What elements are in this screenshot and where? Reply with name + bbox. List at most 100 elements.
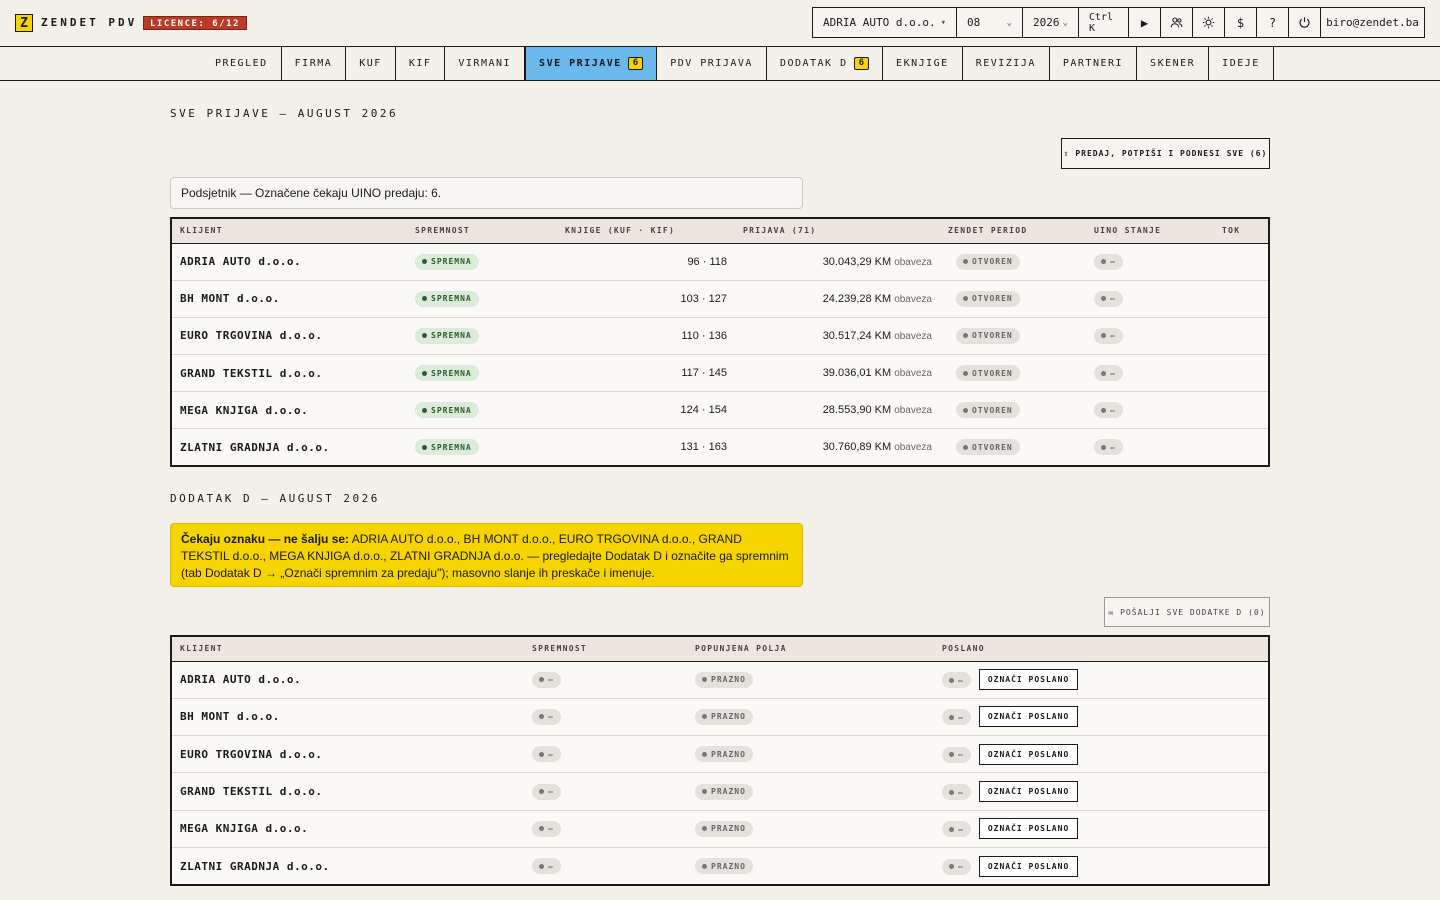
sent-badge-label: — [958,787,964,797]
fields-cell: PRAZNO [687,698,934,737]
ready-badge-label: — [548,712,554,722]
uino-badge: — [1094,327,1123,344]
sun-icon [1202,16,1215,29]
status-dot [949,677,954,683]
ready-badge-label: SPREMNA [431,368,472,378]
tab-label: FIRMA [294,58,333,69]
tab-kif[interactable]: KIF [396,47,446,80]
top-bar: Z ZENDET PDV LICENCE: 6/12 ADRIA AUTO d.… [0,0,1440,46]
tab-skener[interactable]: SKENER [1137,47,1210,80]
tab-count-badge: 6 [627,57,644,70]
fields-badge-label: PRAZNO [711,824,746,834]
period-cell: OTVOREN [940,354,1086,393]
mark-sent-button[interactable]: OZNAČI POSLANO [978,855,1079,877]
readiness-cell: — [524,661,687,699]
amount-cell: 30.760,89 KM obaveza [735,429,940,466]
ready-badge: SPREMNA [415,402,479,419]
tab-label: PARTNERI [1062,58,1124,69]
table-row[interactable]: ZLATNI GRADNJA d.o.o. SPREMNA 131 · 163 30.… [171,429,1269,466]
status-dot [1101,333,1106,339]
tab-virmani[interactable]: VIRMANI [445,47,526,80]
table-row: BH MONT d.o.o. — PRAZNO — OZNAČI POSLANO [171,698,1269,737]
client-select[interactable]: ADRIA AUTO d.o.o. ▾ [813,8,957,37]
client-cell: ZLATNI GRADNJA d.o.o. [171,429,407,466]
month-select[interactable]: 08 ⌄ [957,8,1023,37]
amount-value: 30.760,89 KM [822,441,892,454]
tab-ideje[interactable]: IDEJE [1209,47,1274,80]
tab-eknjige[interactable]: EKNJIGE [883,47,963,80]
user-account[interactable]: biro@zendet.ba [1321,8,1424,37]
status-dot [422,296,427,302]
tab-pdv-prijava[interactable]: PDV PRIJAVA [657,47,767,80]
users-button[interactable] [1161,8,1193,37]
books-cell: 103 · 127 [557,280,735,318]
tab-partneri[interactable]: PARTNERI [1050,47,1138,80]
ready-badge: — [532,671,561,688]
readiness-cell: SPREMNA [407,354,557,393]
period-badge-label: OTVOREN [972,294,1013,304]
table-row: GRAND TEKSTIL d.o.o. — PRAZNO — OZNAČI POSLA… [171,772,1269,811]
command-palette-button[interactable]: Ctrl K [1079,8,1129,37]
logout-button[interactable] [1289,8,1321,37]
client-name: MEGA KNJIGA d.o.o. [180,822,309,836]
flow-cell [1214,354,1269,393]
mark-sent-button[interactable]: OZNAČI POSLANO [978,743,1079,765]
tab-revizija[interactable]: REVIZIJA [963,47,1050,80]
readiness-cell: SPREMNA [407,391,557,430]
submit-all-button[interactable]: ⇧ PREDAJ, POTPIŠI I PODNESI SVE (6) [1061,138,1270,169]
fields-badge-label: PRAZNO [711,787,746,797]
play-button[interactable]: ▶ [1129,8,1161,37]
client-cell: MEGA KNJIGA d.o.o. [171,391,407,430]
table-row[interactable]: ADRIA AUTO d.o.o. SPREMNA 96 · 118 30.043,2… [171,243,1269,281]
billing-button[interactable]: $ [1225,8,1257,37]
mark-sent-button[interactable]: OZNAČI POSLANO [978,781,1079,803]
tab-dodatak-d[interactable]: DODATAK D 6 [767,47,884,80]
uino-badge-label: — [1110,331,1116,341]
table-row[interactable]: MEGA KNJIGA d.o.o. SPREMNA 124 · 154 28.553… [171,391,1269,430]
readiness-cell: — [524,698,687,737]
fields-badge: PRAZNO [695,708,753,725]
client-cell: GRAND TEKSTIL d.o.o. [171,354,407,393]
user-email: biro@zendet.ba [1326,16,1419,29]
table-row[interactable]: BH MONT d.o.o. SPREMNA 103 · 127 24.239,28 … [171,280,1269,318]
tab-firma[interactable]: FIRMA [282,47,347,80]
mark-sent-button[interactable]: OZNAČI POSLANO [978,818,1079,840]
prijave-section-title: SVE PRIJAVE — AUGUST 2026 [170,107,399,120]
status-dot [422,407,427,413]
theme-button[interactable] [1193,8,1225,37]
ready-badge: — [532,820,561,837]
period-badge-label: OTVOREN [972,257,1013,267]
tab-label: EKNJIGE [896,58,949,69]
period-cell: OTVOREN [940,429,1086,466]
client-name: EURO TRGOVINA d.o.o. [180,747,323,761]
mark-sent-button[interactable]: OZNAČI POSLANO [978,669,1079,691]
status-dot [1101,259,1106,265]
table-row[interactable]: GRAND TEKSTIL d.o.o. SPREMNA 117 · 145 39.0… [171,354,1269,393]
ready-badge: — [532,708,561,725]
status-dot [1101,370,1106,376]
tab-sve-prijave[interactable]: SVE PRIJAVE 6 [525,46,658,81]
ready-badge-label: — [548,675,554,685]
status-dot [702,826,707,832]
sent-badge: — [942,672,971,689]
year-select[interactable]: 2026 ⌄ [1023,8,1079,37]
tab-pregled[interactable]: PREGLED [202,47,282,80]
help-button[interactable]: ? [1257,8,1289,37]
period-badge: OTVOREN [956,327,1020,344]
send-all-dodatak-button[interactable]: ✉ POŠALJI SVE DODATKE D (0) [1104,597,1270,627]
column-header: PRIJAVA (71) [735,218,940,244]
sent-cell: — OZNAČI POSLANO [934,735,1269,774]
amount-note: obaveza [894,368,932,380]
uino-badge-label: — [1110,442,1116,452]
fields-cell: PRAZNO [687,735,934,774]
ready-badge-label: — [548,824,554,834]
readiness-cell: — [524,848,687,885]
uino-badge-label: — [1110,257,1116,267]
flow-cell [1214,429,1269,466]
table-row[interactable]: EURO TRGOVINA d.o.o. SPREMNA 110 · 136 30.5… [171,317,1269,355]
sent-badge: — [942,709,971,726]
mark-sent-button[interactable]: OZNAČI POSLANO [978,706,1079,728]
readiness-cell: — [524,810,687,849]
period-badge-label: OTVOREN [972,442,1013,452]
tab-kuf[interactable]: KUF [346,47,396,80]
